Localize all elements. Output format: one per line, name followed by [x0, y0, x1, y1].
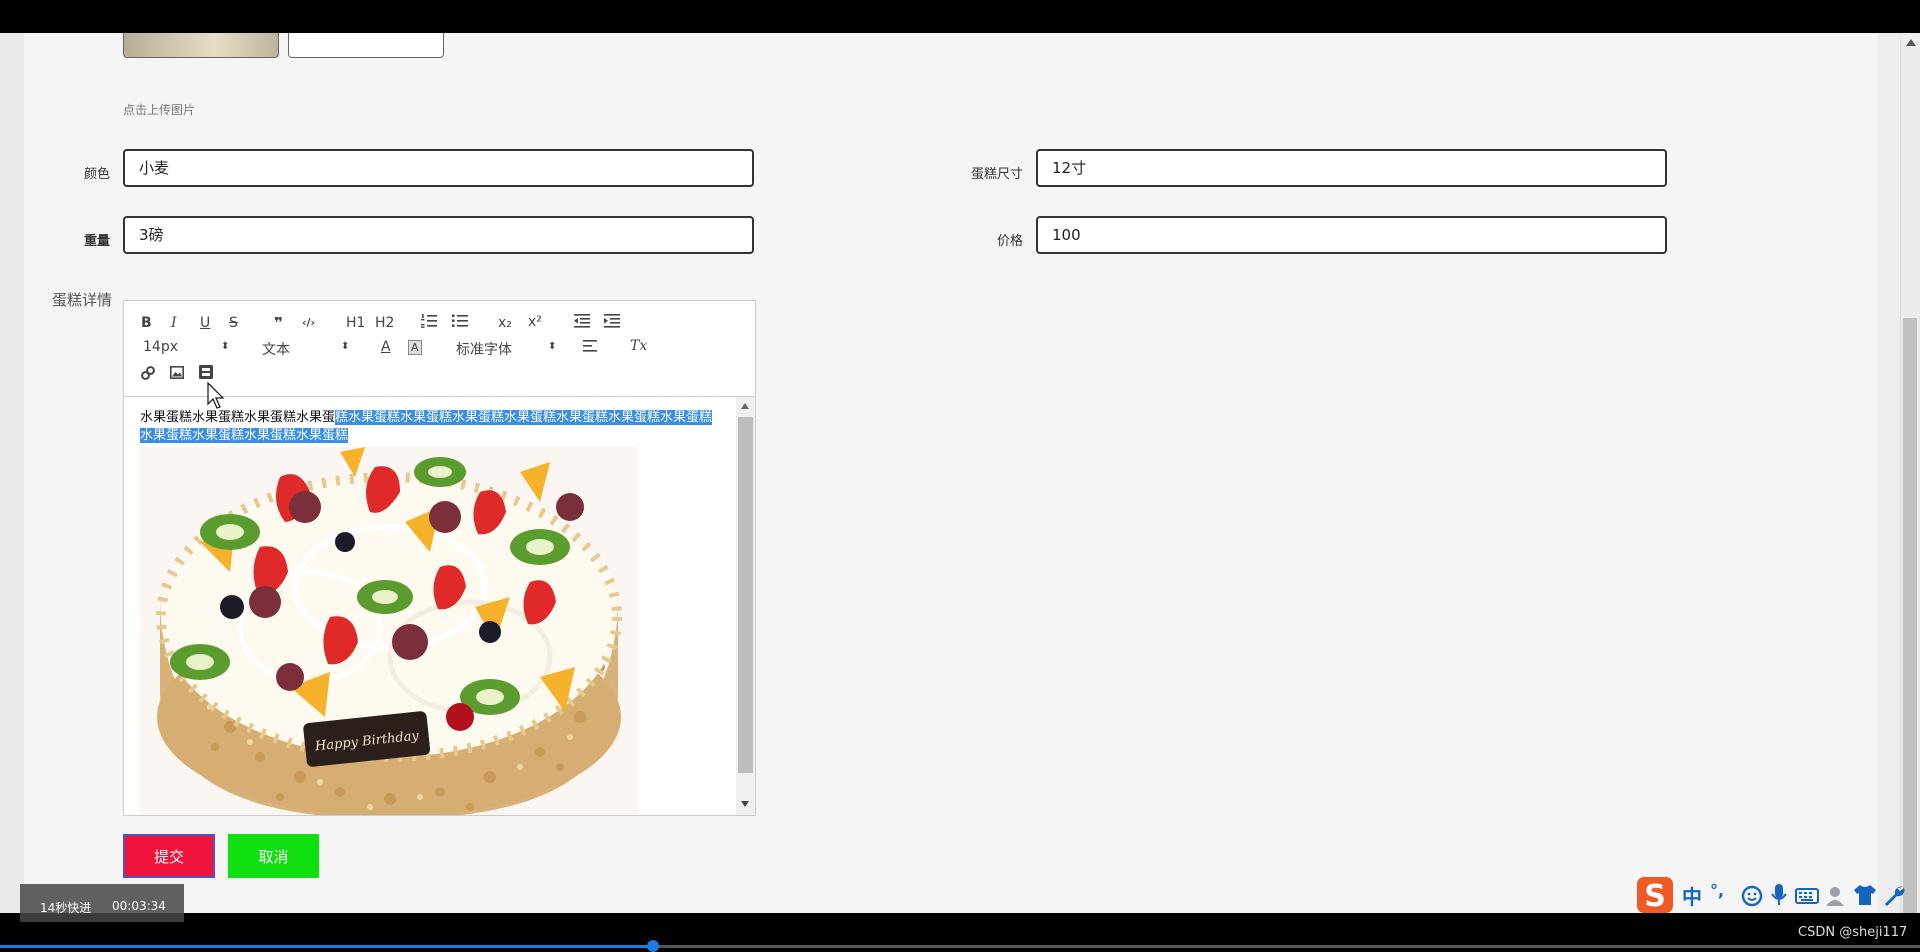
ime-toolbar[interactable]: S 中 °, — [1632, 876, 1920, 916]
playback-time: 00:03:34 — [112, 899, 166, 913]
cake-size-label: 蛋糕尺寸 — [970, 167, 1023, 182]
editor-scrollbar[interactable] — [736, 397, 755, 815]
video-progress-fill — [0, 945, 653, 948]
editor-content[interactable]: 水果蛋糕水果蛋糕水果蛋糕水果蛋糕水果蛋糕水果蛋糕水果蛋糕水果蛋糕水果蛋糕水果蛋糕… — [124, 397, 736, 815]
font-size-select[interactable]: 14px ⬍ — [143, 339, 229, 355]
mouse-cursor-icon — [207, 382, 225, 409]
watermark: CSDN @sheji117 — [1798, 925, 1908, 940]
color-label: 颜色 — [83, 167, 110, 182]
editor-scrollbar-thumb[interactable] — [738, 417, 753, 773]
upload-hint[interactable]: 点击上传图片 — [123, 101, 195, 118]
bullet-list-icon[interactable] — [452, 314, 468, 332]
cancel-button[interactable]: 取消 — [228, 834, 319, 878]
image-icon[interactable] — [170, 366, 184, 383]
page-scrollbar-thumb[interactable] — [1903, 318, 1917, 913]
sogou-logo-icon[interactable]: S — [1636, 876, 1674, 914]
align-left-icon[interactable] — [583, 340, 597, 356]
scroll-up-arrow-icon[interactable] — [741, 403, 749, 409]
code-block-button[interactable]: ‹/› — [302, 316, 315, 329]
font-size-value: 14px — [143, 339, 178, 355]
top-black-bar — [0, 0, 1920, 33]
scroll-up-arrow-icon[interactable] — [1906, 39, 1916, 46]
font-family-select[interactable]: 标准字体 ⬍ — [456, 339, 556, 359]
block-type-select[interactable]: 文本 ⬍ — [262, 339, 349, 359]
ime-language-toggle[interactable]: 中 — [1682, 881, 1702, 910]
color-field[interactable]: 小麦 — [123, 149, 754, 187]
weight-label: 重量 — [83, 234, 110, 249]
price-label: 价格 — [996, 234, 1023, 249]
keyboard-icon[interactable] — [1795, 888, 1819, 904]
svg-text:S: S — [1644, 879, 1666, 914]
submit-button[interactable]: 提交 — [123, 834, 215, 878]
weight-field[interactable]: 3磅 — [123, 216, 754, 254]
select-arrows-icon: ⬍ — [221, 341, 230, 352]
strikethrough-button[interactable]: S — [229, 315, 238, 331]
outdent-icon[interactable] — [574, 314, 590, 332]
block-type-value: 文本 — [262, 342, 290, 358]
right-gutter — [1878, 33, 1900, 913]
italic-button[interactable]: I — [171, 315, 177, 331]
cake-image[interactable]: Happy Birthday — [140, 447, 638, 815]
wrench-icon[interactable] — [1883, 884, 1907, 908]
page-viewport: 点击上传图片 颜色 小麦 蛋糕尺寸 12寸 重量 3磅 价格 100 蛋糕详情 … — [0, 33, 1920, 913]
skin-shirt-icon[interactable] — [1853, 884, 1877, 906]
scroll-down-arrow-icon[interactable] — [741, 801, 749, 807]
heading1-button[interactable]: H1 — [346, 315, 365, 331]
font-family-value: 标准字体 — [456, 342, 512, 358]
upload-image-box[interactable] — [288, 33, 444, 58]
underline-button[interactable]: U — [200, 315, 210, 331]
select-arrows-icon: ⬍ — [341, 341, 350, 352]
background-color-icon[interactable]: A — [408, 340, 422, 355]
emoji-icon[interactable] — [1741, 885, 1763, 907]
bold-button[interactable]: B — [141, 315, 152, 331]
heading2-button[interactable]: H2 — [375, 315, 394, 331]
editor-text-plain: 水果蛋糕水果蛋糕水果蛋糕水果蛋 — [140, 410, 336, 425]
ordered-list-icon[interactable] — [421, 314, 437, 332]
uploaded-image-thumbnail[interactable] — [123, 33, 279, 58]
ime-punctuation-toggle[interactable]: °, — [1710, 881, 1724, 900]
cake-size-field[interactable]: 12寸 — [1036, 149, 1667, 187]
rich-text-editor[interactable]: B I U S ❞ ‹/› H1 H2 x₂ x² 14px ⬍ 文本 ⬍ A … — [123, 300, 756, 816]
user-icon[interactable] — [1825, 885, 1847, 907]
select-arrows-icon: ⬍ — [548, 341, 557, 352]
font-color-icon[interactable]: A — [381, 339, 391, 355]
price-field[interactable]: 100 — [1036, 216, 1667, 254]
video-icon[interactable] — [199, 365, 213, 383]
microphone-icon[interactable] — [1771, 884, 1787, 908]
indent-icon[interactable] — [604, 314, 620, 332]
cake-detail-label: 蛋糕详情 — [51, 291, 112, 309]
skip-forward-label[interactable]: 14秒快进 — [40, 899, 91, 916]
clear-format-button[interactable]: Tx — [630, 338, 647, 354]
superscript-button[interactable]: x² — [528, 314, 542, 330]
subscript-button[interactable]: x₂ — [498, 315, 512, 331]
video-progress-handle[interactable] — [646, 940, 659, 952]
blockquote-button[interactable]: ❞ — [274, 314, 283, 332]
editor-text[interactable]: 水果蛋糕水果蛋糕水果蛋糕水果蛋糕水果蛋糕水果蛋糕水果蛋糕水果蛋糕水果蛋糕水果蛋糕… — [140, 409, 720, 445]
link-icon[interactable] — [141, 366, 155, 384]
video-time-badge: 14秒快进 00:03:34 — [20, 884, 184, 922]
